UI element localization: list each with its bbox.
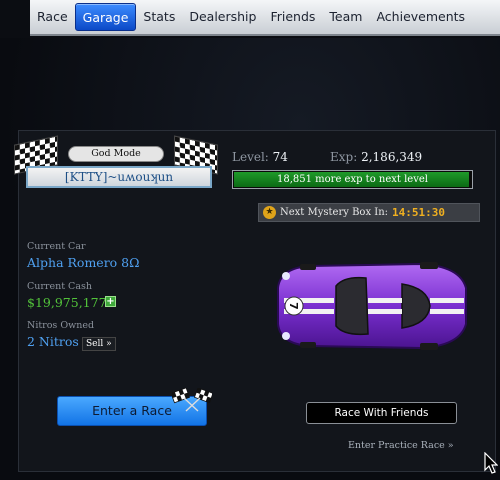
exp-value: 2,186,349 <box>361 150 423 164</box>
exp-to-next-text: 18,851 more exp to next level <box>277 174 428 185</box>
current-cash-label: Current Cash <box>27 281 92 292</box>
mystery-box-timer: ★ Next Mystery Box In: 14:51:30 <box>258 203 480 222</box>
nav-tab-achievements[interactable]: Achievements <box>369 3 472 31</box>
badge-title: God Mode <box>68 146 164 162</box>
level-value: 74 <box>272 150 288 164</box>
car-number: 7 <box>287 302 300 310</box>
current-car-value[interactable]: Alpha Romero 8Ω <box>27 255 139 270</box>
nav-tab-team[interactable]: Team <box>322 3 369 31</box>
level-display: Level: 74 <box>232 150 288 164</box>
nav-tab-garage[interactable]: Garage <box>74 3 137 31</box>
exp-label: Exp: <box>330 150 358 164</box>
current-cash-value: $19,975,177 <box>27 295 107 310</box>
exp-progress-bar: 18,851 more exp to next level <box>232 170 473 189</box>
level-exp-row: Level: 74 Exp: 2,186,349 <box>232 150 482 168</box>
star-icon: ★ <box>263 206 276 219</box>
nav-tab-friends[interactable]: Friends <box>263 3 322 31</box>
nitros-owned-label: Nitros Owned <box>27 320 95 331</box>
exp-display: Exp: 2,186,349 <box>330 150 422 164</box>
nitros-owned-value: 2 Nitros <box>27 334 79 349</box>
current-car-label: Current Car <box>27 241 86 252</box>
nav-tab-stats[interactable]: Stats <box>136 3 182 31</box>
mystery-box-label: Next Mystery Box In: <box>280 207 389 218</box>
main-nav: Race Garage Stats Dealership Friends Team Achi… <box>30 0 500 36</box>
mystery-box-time: 14:51:30 <box>392 206 446 219</box>
car-image[interactable]: 7 <box>270 258 470 354</box>
enter-practice-race-link[interactable]: Enter Practice Race » <box>348 440 454 451</box>
mouse-cursor-icon <box>484 452 498 474</box>
sell-nitros-link[interactable]: Sell » <box>82 337 116 351</box>
add-cash-plus-icon[interactable]: + <box>105 296 116 307</box>
nav-tab-race[interactable]: Race <box>30 3 75 31</box>
nav-tab-dealership[interactable]: Dealership <box>182 3 263 31</box>
race-with-friends-button[interactable]: Race With Friends <box>306 402 457 424</box>
level-label: Level: <box>232 150 269 164</box>
player-name: [KTTY]~uʍouʞun <box>26 166 212 188</box>
player-badge: God Mode [KTTY]~uʍouʞun <box>6 132 226 198</box>
crossed-flags-icon <box>172 388 212 412</box>
